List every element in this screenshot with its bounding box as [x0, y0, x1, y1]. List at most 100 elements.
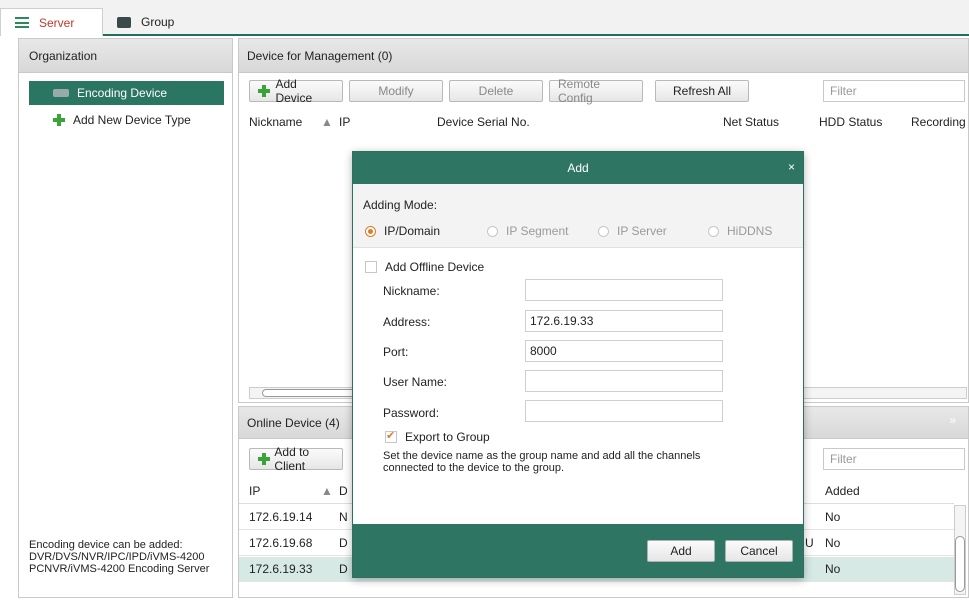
- add-device-dialog: Add × Adding Mode: IP/Domain IP Segment …: [352, 151, 804, 578]
- modify-label: Modify: [378, 84, 414, 98]
- radio-dot-icon: [708, 225, 719, 237]
- row-u: U: [805, 536, 814, 550]
- encoding-device-icon: [53, 89, 69, 97]
- online-device-title: Online Device (4): [247, 415, 340, 430]
- footer-line-1: Encoding device can be added:: [29, 539, 183, 551]
- sort-asc-icon: ▲: [321, 115, 333, 129]
- radio-ip-domain-label: IP/Domain: [384, 224, 441, 238]
- col-net-status[interactable]: Net Status: [723, 115, 779, 129]
- row-d: N: [339, 510, 348, 524]
- col-online-ip[interactable]: IP: [249, 484, 260, 498]
- remote-config-button[interactable]: Remote Config: [549, 77, 643, 105]
- delete-button[interactable]: Delete: [449, 80, 543, 102]
- radio-ip-server[interactable]: IP Server: [598, 224, 667, 238]
- org-item-add-new-device-type[interactable]: Add New Device Type: [29, 111, 224, 129]
- sort-asc-icon: ▲: [321, 484, 333, 498]
- radio-dot-icon: [365, 225, 376, 237]
- plus-icon: [53, 114, 65, 126]
- row-added: No: [825, 562, 841, 576]
- close-icon[interactable]: ×: [788, 160, 795, 174]
- dialog-footer: Add Cancel: [353, 524, 803, 577]
- device-management-header: Device for Management (0): [239, 39, 968, 73]
- add-to-client-label: Add to Client: [274, 445, 310, 473]
- org-item-add-new-device-type-label: Add New Device Type: [73, 113, 191, 127]
- adding-mode-section: Adding Mode: IP/Domain IP Segment IP Ser…: [353, 184, 803, 248]
- remote-config-label: Remote Config: [558, 77, 601, 105]
- address-label: Address:: [383, 315, 431, 329]
- port-field[interactable]: 8000: [525, 340, 723, 362]
- dialog-add-button[interactable]: Add: [647, 540, 715, 562]
- radio-ip-domain[interactable]: IP/Domain: [365, 224, 440, 238]
- dialog-add-label: Add: [670, 544, 692, 558]
- radio-dot-icon: [598, 225, 609, 237]
- device-filter-input[interactable]: Filter: [823, 80, 965, 102]
- export-to-group-checkbox[interactable]: Export to Group: [385, 429, 490, 444]
- tab-group[interactable]: Group: [103, 8, 198, 36]
- modify-button[interactable]: Modify: [349, 80, 443, 102]
- row-ip: 172.6.19.14: [249, 510, 313, 524]
- tab-server[interactable]: Server: [0, 8, 103, 36]
- username-field[interactable]: [525, 370, 723, 392]
- org-item-encoding-device-label: Encoding Device: [77, 86, 168, 100]
- row-ip: 172.6.19.33: [249, 562, 313, 576]
- col-recording[interactable]: Recording: [911, 115, 966, 129]
- col-online-added[interactable]: Added: [825, 484, 860, 498]
- col-online-d[interactable]: D: [339, 484, 348, 498]
- radio-ip-segment[interactable]: IP Segment: [487, 224, 568, 238]
- radio-ip-server-label: IP Server: [617, 224, 667, 238]
- plus-icon: [258, 453, 271, 465]
- username-label: User Name:: [383, 375, 448, 389]
- device-table-header: Nickname ▲ IP Device Serial No. Net Stat…: [239, 111, 969, 133]
- add-device-button[interactable]: Add Device: [249, 77, 343, 105]
- row-ip: 172.6.19.68: [249, 536, 313, 550]
- device-filter-placeholder: Filter: [830, 84, 857, 98]
- nickname-field[interactable]: [525, 279, 723, 301]
- port-value: 8000: [530, 344, 557, 358]
- row-d: D: [339, 562, 348, 576]
- device-management-title: Device for Management (0): [247, 48, 393, 63]
- radio-hiddns[interactable]: HiDDNS: [708, 224, 772, 238]
- dialog-title: Add: [567, 161, 589, 175]
- port-label: Port:: [383, 345, 409, 359]
- delete-label: Delete: [478, 84, 514, 98]
- nickname-label: Nickname:: [383, 284, 440, 298]
- org-item-encoding-device[interactable]: Encoding Device: [29, 81, 224, 105]
- col-ip[interactable]: IP: [339, 115, 350, 129]
- vertical-scrollbar-thumb[interactable]: [955, 536, 965, 592]
- add-device-label: Add Device: [275, 77, 313, 105]
- address-field[interactable]: 172.6.19.33: [525, 310, 723, 332]
- online-filter-placeholder: Filter: [830, 452, 857, 466]
- password-label: Password:: [383, 406, 440, 420]
- tab-server-label: Server: [39, 15, 75, 30]
- radio-ip-segment-label: IP Segment: [506, 224, 569, 238]
- group-icon: [117, 16, 131, 28]
- password-field[interactable]: [525, 400, 723, 422]
- col-device-serial[interactable]: Device Serial No.: [437, 115, 530, 129]
- dialog-cancel-button[interactable]: Cancel: [725, 540, 793, 562]
- server-icon: [15, 17, 29, 28]
- row-added: No: [825, 510, 841, 524]
- tab-group-label: Group: [141, 15, 175, 29]
- add-offline-device-label: Add Offline Device: [385, 260, 485, 274]
- radio-dot-icon: [487, 225, 498, 237]
- dialog-cancel-label: Cancel: [740, 544, 778, 558]
- collapse-chevron-icon[interactable]: »: [949, 413, 956, 427]
- plus-icon: [258, 85, 271, 97]
- add-to-client-button[interactable]: Add to Client: [249, 445, 343, 473]
- device-management-toolbar: Add Device Modify Delete Remote Config R…: [249, 77, 749, 105]
- add-offline-device-checkbox[interactable]: Add Offline Device: [365, 260, 484, 274]
- col-hdd-status[interactable]: HDD Status: [819, 115, 882, 129]
- vertical-scrollbar[interactable]: [954, 505, 966, 595]
- radio-hiddns-label: HiDDNS: [727, 224, 773, 238]
- online-filter-input[interactable]: Filter: [823, 448, 965, 470]
- export-to-group-label: Export to Group: [405, 430, 490, 444]
- refresh-all-button[interactable]: Refresh All: [655, 80, 749, 102]
- address-value: 172.6.19.33: [530, 314, 594, 328]
- export-hint-text: Set the device name as the group name an…: [383, 450, 701, 474]
- checkbox-icon: [365, 261, 377, 273]
- refresh-all-label: Refresh All: [672, 84, 732, 98]
- row-added: No: [825, 536, 841, 550]
- col-nickname[interactable]: Nickname: [249, 115, 302, 129]
- main-tabbar: Server Group: [0, 0, 969, 36]
- footer-line-3: PCNVR/iVMS-4200 Encoding Server: [29, 563, 210, 575]
